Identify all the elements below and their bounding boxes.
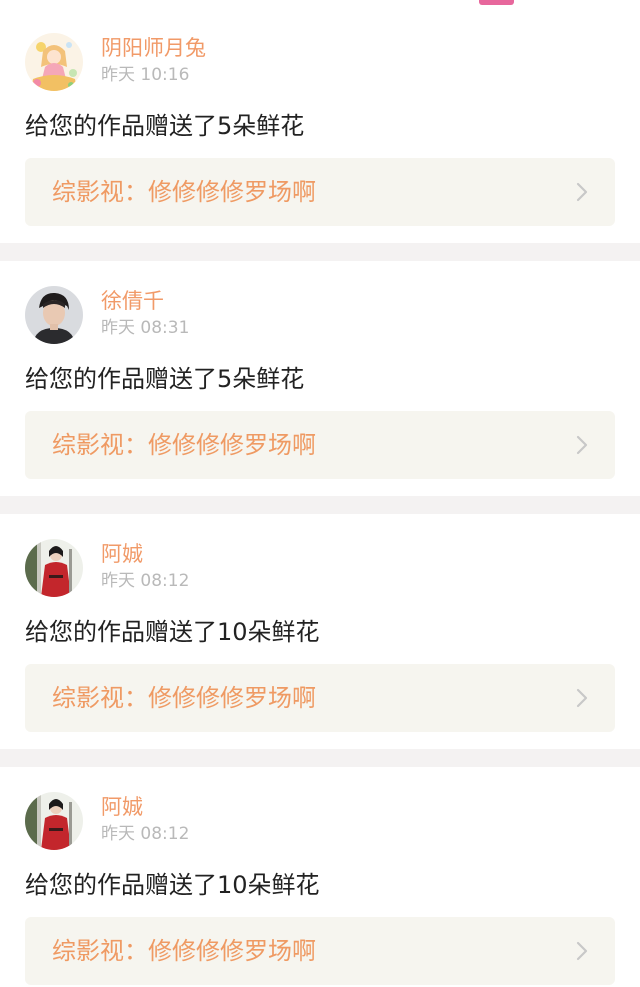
timestamp: 昨天 08:12: [101, 824, 190, 844]
chevron-right-icon: [575, 182, 589, 202]
red-robe-figure-avatar-icon: [25, 792, 83, 850]
work-link[interactable]: 综影视：修修修修罗场啊: [25, 411, 615, 479]
notification-card: 徐倩千 昨天 08:31 给您的作品赠送了5朵鲜花 综影视：修修修修罗场啊: [0, 261, 640, 496]
notification-card: 阿娍 昨天 08:12 给您的作品赠送了10朵鲜花 综影视：修修修修罗场啊: [0, 767, 640, 987]
username[interactable]: 阿娍: [101, 794, 143, 820]
message-text: 给您的作品赠送了5朵鲜花: [25, 365, 305, 393]
work-title: 综影视：修修修修罗场啊: [52, 937, 316, 965]
anime-girl-avatar-icon: [25, 33, 83, 91]
timestamp: 昨天 10:16: [101, 65, 190, 85]
avatar[interactable]: [25, 286, 83, 344]
message-text: 给您的作品赠送了5朵鲜花: [25, 112, 305, 140]
red-robe-figure-avatar-icon: [25, 539, 83, 597]
username[interactable]: 阴阳师月兔: [101, 35, 206, 61]
notification-card: 阴阳师月兔 昨天 10:16 给您的作品赠送了5朵鲜花 综影视：修修修修罗场啊: [0, 8, 640, 243]
work-title: 综影视：修修修修罗场啊: [52, 178, 316, 206]
chevron-right-icon: [575, 435, 589, 455]
work-link[interactable]: 综影视：修修修修罗场啊: [25, 158, 615, 226]
avatar[interactable]: [25, 792, 83, 850]
timestamp: 昨天 08:12: [101, 571, 190, 591]
active-tab-indicator: [479, 0, 514, 5]
divider: [0, 496, 640, 514]
avatar[interactable]: [25, 539, 83, 597]
work-link[interactable]: 综影视：修修修修罗场啊: [25, 664, 615, 732]
divider: [0, 749, 640, 767]
notification-card: 阿娍 昨天 08:12 给您的作品赠送了10朵鲜花 综影视：修修修修罗场啊: [0, 514, 640, 749]
chevron-right-icon: [575, 941, 589, 961]
work-title: 综影视：修修修修罗场啊: [52, 431, 316, 459]
username[interactable]: 徐倩千: [101, 288, 164, 314]
notification-page: 阴阳师月兔 昨天 10:16 给您的作品赠送了5朵鲜花 综影视：修修修修罗场啊: [0, 0, 640, 987]
work-title: 综影视：修修修修罗场啊: [52, 684, 316, 712]
username[interactable]: 阿娍: [101, 541, 143, 567]
man-portrait-avatar-icon: [25, 286, 83, 344]
message-text: 给您的作品赠送了10朵鲜花: [25, 618, 320, 646]
notification-feed: 阴阳师月兔 昨天 10:16 给您的作品赠送了5朵鲜花 综影视：修修修修罗场啊: [0, 8, 640, 987]
work-link[interactable]: 综影视：修修修修罗场啊: [25, 917, 615, 985]
divider: [0, 243, 640, 261]
timestamp: 昨天 08:31: [101, 318, 190, 338]
message-text: 给您的作品赠送了10朵鲜花: [25, 871, 320, 899]
chevron-right-icon: [575, 688, 589, 708]
avatar[interactable]: [25, 33, 83, 91]
